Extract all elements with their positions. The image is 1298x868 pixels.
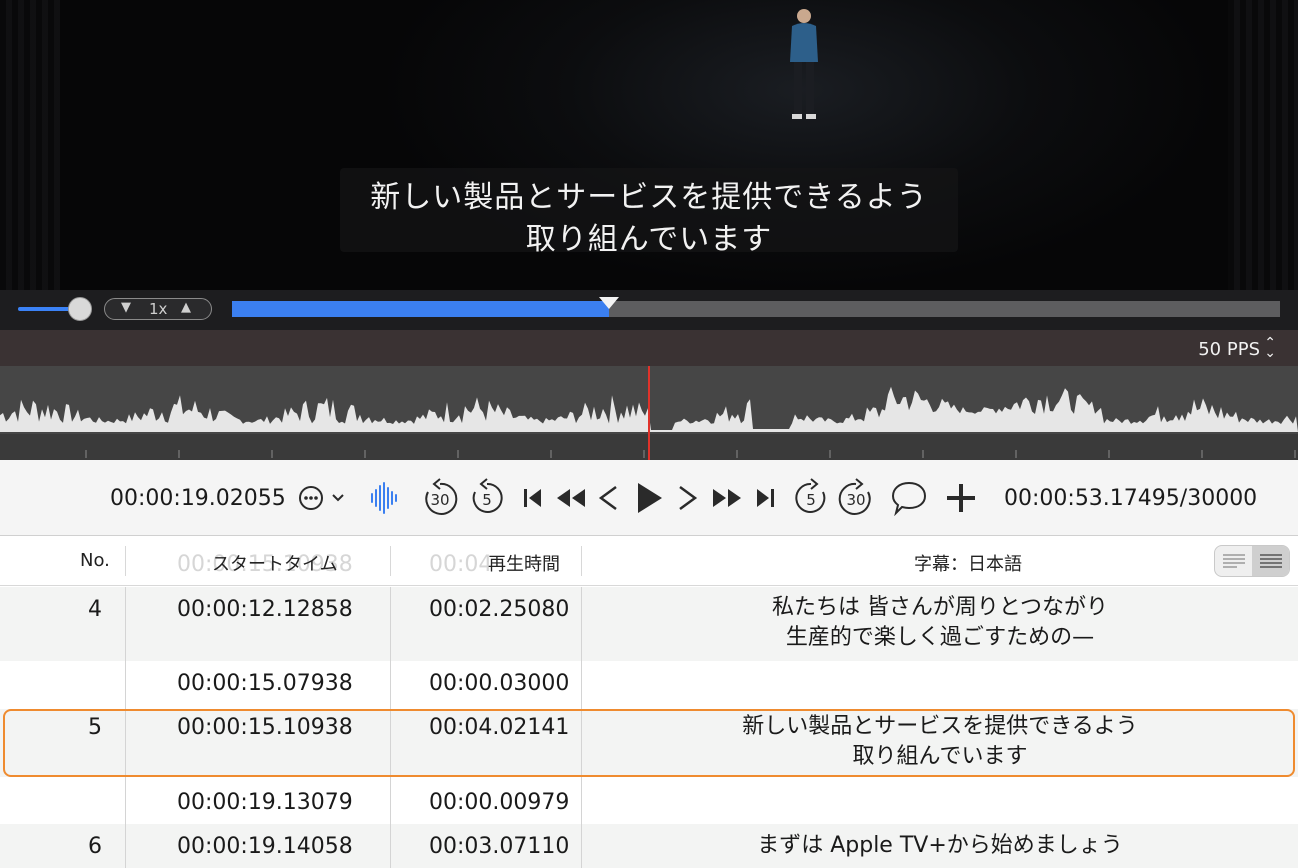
table-row-gap[interactable]: 00:00:15.07938 00:00.03000 — [0, 661, 1298, 705]
speed-value: 1x — [149, 300, 168, 318]
skip-forward-5-icon[interactable]: 5 — [792, 478, 830, 518]
row-start-time[interactable]: 00:00:19.13079 — [177, 790, 353, 815]
row-number: 4 — [88, 597, 102, 622]
chevron-updown-icon[interactable]: ⌃ ⌄ — [1264, 336, 1276, 360]
header-ghost-duration: 00:04.02141 — [429, 552, 489, 577]
row-start-time[interactable]: 00:00:15.07938 — [177, 671, 353, 696]
row-duration[interactable]: 00:00.03000 — [429, 671, 569, 696]
subtitle-table-header: No. 00:00:15.10938 スタートタイム 00:04.02141 再… — [0, 536, 1298, 586]
row-start-time[interactable]: 00:00:12.12858 — [177, 597, 353, 622]
fast-forward-icon[interactable] — [710, 478, 744, 518]
stage-curtain-right — [1228, 0, 1298, 290]
column-divider[interactable] — [581, 546, 582, 576]
rewind-icon[interactable] — [554, 478, 588, 518]
column-divider[interactable] — [390, 546, 391, 576]
volume-slider-knob[interactable] — [68, 297, 92, 321]
speed-control[interactable]: ▼ 1x ▲ — [104, 298, 212, 320]
svg-text:5: 5 — [482, 491, 492, 509]
align-left-icon[interactable] — [1215, 546, 1253, 576]
table-row-gap[interactable]: 00:00:19.13079 00:00.00979 — [0, 780, 1298, 824]
video-viewer[interactable]: 新しい製品とサービスを提供できるよう 取り組んでいます — [0, 0, 1298, 290]
row-duration[interactable]: 00:02.25080 — [429, 597, 569, 622]
row-duration[interactable]: 00:03.07110 — [429, 834, 569, 859]
go-to-end-icon[interactable] — [754, 478, 776, 518]
transport-toolbar: 00:00:19.02055 30 5 5 30 00:00:53.17495/… — [0, 460, 1298, 536]
waveform-playhead[interactable] — [648, 366, 650, 460]
row-number: 6 — [88, 834, 102, 859]
subtitle-overlay-line2: 取り組んでいます — [525, 222, 773, 257]
svg-text:30: 30 — [846, 491, 865, 509]
text-alignment-control — [1214, 545, 1290, 577]
playback-bar: ▼ 1x ▲ — [0, 290, 1298, 330]
column-header-duration[interactable]: 再生時間 — [488, 550, 560, 576]
speed-up-icon[interactable]: ▲ — [181, 300, 191, 315]
subtitle-overlay-line1: 新しい製品とサービスを提供できるよう — [370, 180, 928, 215]
next-frame-icon[interactable] — [676, 478, 700, 518]
go-to-start-icon[interactable] — [522, 478, 544, 518]
current-timecode: 00:00:19.02055 — [110, 486, 286, 511]
selected-row-highlight — [3, 709, 1295, 777]
progress-fill — [232, 301, 610, 317]
row-subtitle-line2[interactable]: 生産的で楽しく過ごすための— — [582, 623, 1298, 653]
speech-bubble-icon[interactable] — [890, 478, 928, 518]
play-icon[interactable] — [634, 478, 666, 518]
row-duration[interactable]: 00:00.00979 — [429, 790, 569, 815]
skip-back-30-icon[interactable]: 30 — [420, 478, 460, 518]
speed-down-icon[interactable]: ▼ — [121, 300, 131, 315]
svg-text:30: 30 — [430, 491, 449, 509]
add-icon[interactable] — [944, 478, 978, 518]
total-timecode: 00:00:53.17495/30000 — [1004, 486, 1258, 511]
stage-curtain-left — [0, 0, 60, 290]
column-divider[interactable] — [125, 546, 126, 576]
skip-forward-30-icon[interactable]: 30 — [836, 478, 876, 518]
row-start-time[interactable]: 00:00:19.14058 — [177, 834, 353, 859]
pps-selector[interactable]: 50 PPS — [1198, 339, 1260, 360]
column-header-subtitle[interactable]: 字幕：日本語 — [914, 550, 1022, 576]
progress-bar[interactable] — [232, 297, 1280, 317]
align-justify-icon[interactable] — [1252, 546, 1289, 576]
skip-back-5-icon[interactable]: 5 — [468, 478, 506, 518]
progress-playhead[interactable] — [599, 297, 620, 309]
waveform-icon[interactable] — [368, 478, 400, 518]
row-subtitle-line1[interactable]: まずは Apple TV+から始めましょう — [582, 831, 1298, 861]
presenter-figure — [790, 9, 818, 119]
column-header-number[interactable]: No. — [80, 550, 110, 571]
waveform-header: 50 PPS ⌃ ⌄ — [0, 330, 1298, 366]
table-row[interactable]: 4 00:00:12.12858 00:02.25080 私たちは 皆さんが周り… — [0, 587, 1298, 661]
row-subtitle-line1[interactable]: 私たちは 皆さんが周りとつながり — [582, 593, 1298, 623]
svg-text:5: 5 — [806, 491, 816, 509]
table-row[interactable]: 6 00:00:19.14058 00:03.07110 まずは Apple T… — [0, 824, 1298, 868]
previous-frame-icon[interactable] — [596, 478, 620, 518]
column-header-start-time[interactable]: スタートタイム — [212, 550, 338, 576]
more-options-icon[interactable] — [298, 478, 348, 518]
